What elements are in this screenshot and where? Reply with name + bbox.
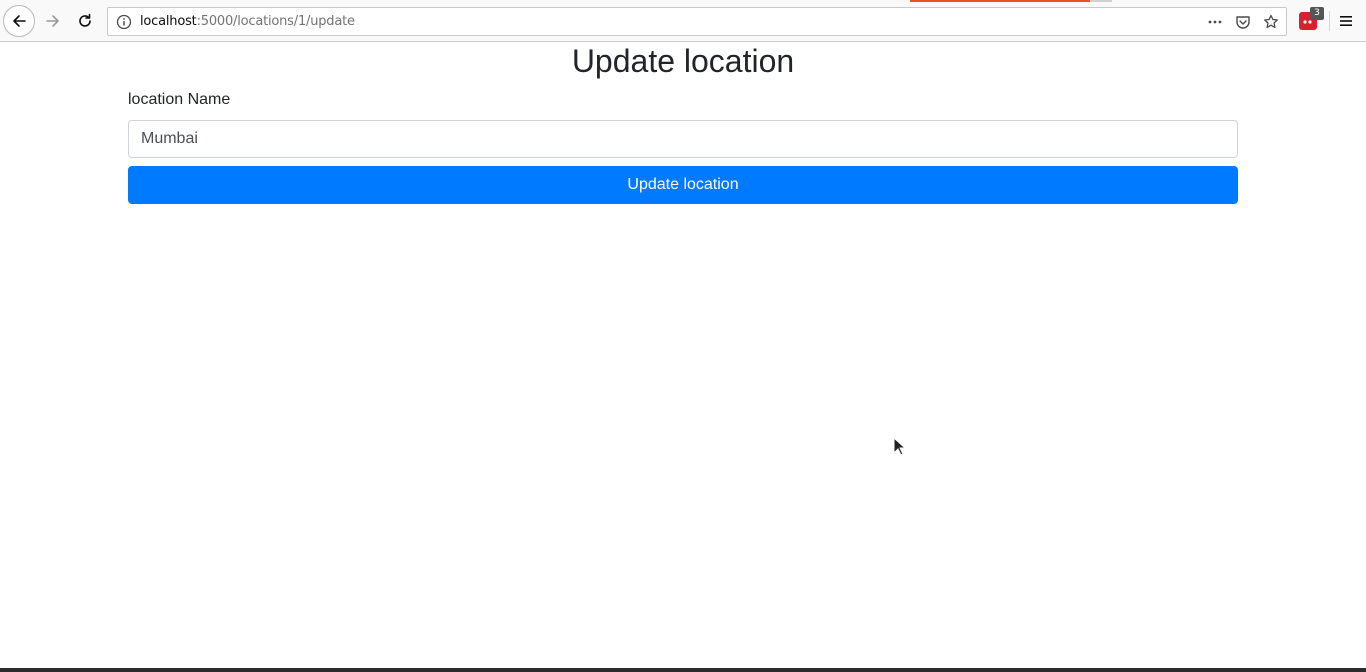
info-icon[interactable] [116,14,132,30]
bookmark-star-icon[interactable] [1260,11,1282,33]
back-arrow-icon [13,15,26,27]
extension-badge: 3 [1310,7,1324,20]
forward-arrow-icon [46,15,59,27]
address-bar[interactable]: localhost:5000/locations/1/update [107,7,1287,36]
forward-button[interactable] [37,5,69,37]
reload-icon [79,13,91,27]
update-location-button[interactable]: Update location [128,166,1238,204]
url-actions [1204,11,1282,33]
url-host: localhost [140,14,197,29]
mouse-cursor-icon [893,437,907,456]
back-button[interactable] [3,5,35,37]
pocket-icon[interactable] [1232,11,1254,33]
bottom-border [0,668,1366,672]
active-tab-indicator [910,0,1090,2]
toolbar-separator [1329,11,1330,31]
more-actions-icon[interactable] [1204,11,1226,33]
page-title: Update location [571,43,795,79]
url-text[interactable]: localhost:5000/locations/1/update [140,14,355,29]
url-path: :5000/locations/1/update [196,14,355,29]
location-name-input[interactable] [128,120,1238,158]
page-content: Update location location Name Update loc… [0,42,1366,668]
browser-toolbar: localhost:5000/locations/1/update 3 [0,0,1366,42]
location-name-label: location Name [128,91,231,108]
hamburger-menu-icon[interactable] [1336,11,1356,31]
tab-indicator [1090,0,1112,2]
reload-button[interactable] [69,5,101,37]
